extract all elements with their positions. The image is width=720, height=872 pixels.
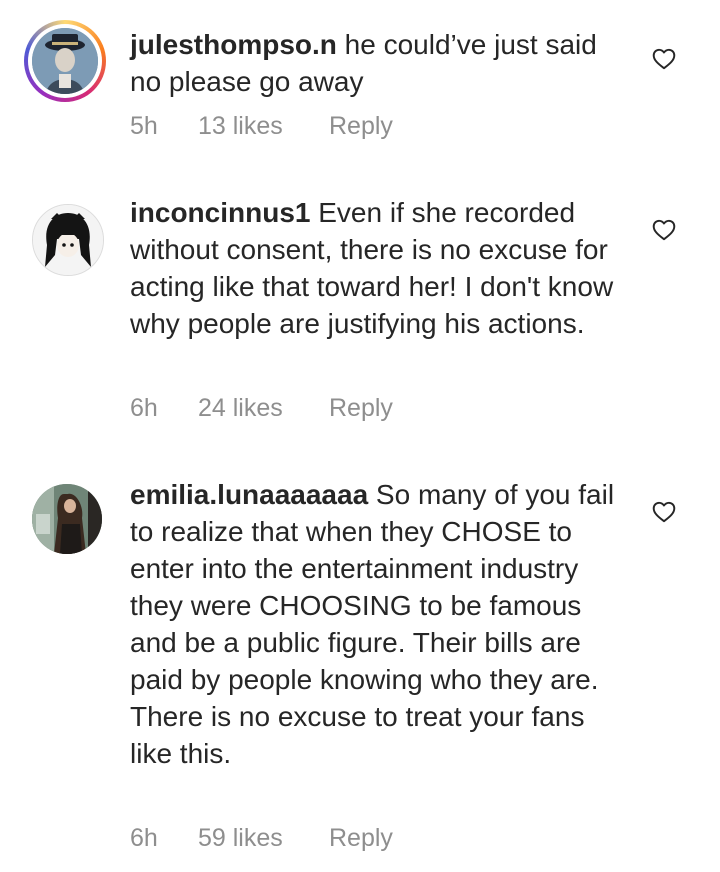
reply-button[interactable]: Reply bbox=[329, 112, 393, 141]
comment-meta: 6h 59 likes Reply bbox=[130, 824, 393, 853]
avatar-illustration bbox=[32, 28, 98, 94]
avatar-image bbox=[32, 28, 98, 94]
comment-timestamp: 6h bbox=[130, 824, 158, 852]
comment-likes-count[interactable]: 13 likes bbox=[198, 112, 329, 141]
avatar[interactable] bbox=[24, 476, 106, 558]
avatar-illustration bbox=[33, 205, 103, 275]
heart-outline-icon[interactable] bbox=[651, 499, 677, 525]
comment-likes-count[interactable]: 59 likes bbox=[198, 824, 329, 853]
avatar-illustration bbox=[32, 484, 102, 554]
comment-likes-count[interactable]: 24 likes bbox=[198, 394, 329, 423]
comment-meta: 5h 13 likes Reply bbox=[130, 112, 393, 141]
comment-username[interactable]: emilia.lunaaaaaaa bbox=[130, 479, 368, 510]
avatar-image bbox=[32, 204, 104, 276]
reply-button[interactable]: Reply bbox=[329, 824, 393, 853]
comment-username[interactable]: julesthompso.n bbox=[130, 29, 337, 60]
comment-body: So many of you fail to realize that when… bbox=[130, 479, 615, 769]
comment-text: emilia.lunaaaaaaa So many of you fail to… bbox=[130, 476, 620, 772]
comment-meta: 6h 24 likes Reply bbox=[130, 394, 393, 423]
comment-username[interactable]: inconcinnus1 bbox=[130, 197, 310, 228]
comment-timestamp: 5h bbox=[130, 112, 158, 140]
heart-outline-icon[interactable] bbox=[651, 46, 677, 72]
avatar[interactable] bbox=[24, 196, 106, 278]
avatar[interactable] bbox=[24, 20, 106, 102]
reply-button[interactable]: Reply bbox=[329, 394, 393, 423]
comment-text: julesthompso.n he could’ve just said no … bbox=[130, 26, 620, 100]
comment-text: inconcinnus1 Even if she recorded withou… bbox=[130, 194, 620, 342]
avatar-image bbox=[32, 484, 102, 554]
comment-timestamp: 6h bbox=[130, 394, 158, 422]
heart-outline-icon[interactable] bbox=[651, 217, 677, 243]
